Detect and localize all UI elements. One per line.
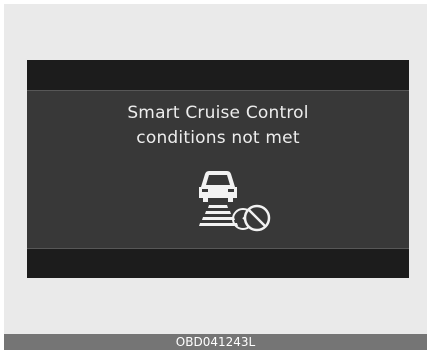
display-bottom-bar	[27, 249, 409, 278]
warning-message: Smart Cruise Control conditions not met	[27, 101, 409, 151]
figure-code: OBD041243L	[175, 335, 256, 349]
cluster-display: Smart Cruise Control conditions not met	[27, 60, 409, 278]
display-top-bar	[27, 60, 409, 90]
warning-message-line-1: Smart Cruise Control	[127, 103, 309, 123]
smart-cruise-control-unavailable-icon	[199, 171, 271, 232]
figure-caption: OBD041243L	[4, 334, 427, 350]
display-top-divider	[27, 90, 409, 91]
display-message-area: Smart Cruise Control conditions not met	[27, 90, 409, 249]
warning-message-line-2: conditions not met	[136, 128, 300, 148]
